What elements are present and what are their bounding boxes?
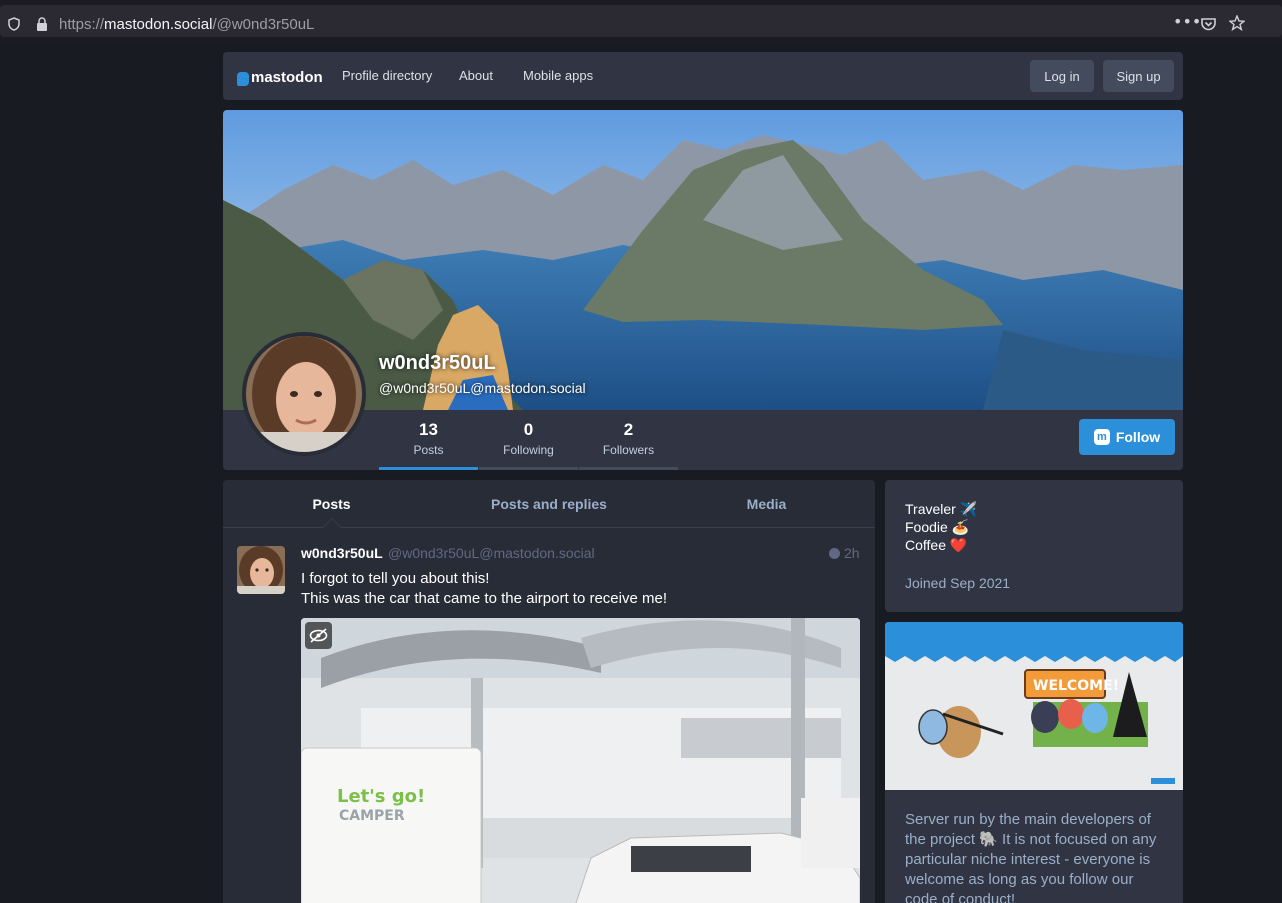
- profile-account: @w0nd3r50uL@mastodon.social: [379, 380, 586, 396]
- media-sign-subtext: CAMPER: [339, 808, 405, 824]
- login-button[interactable]: Log in: [1030, 60, 1094, 92]
- server-description-line: the project 🐘 It is not focused on any: [905, 831, 1157, 848]
- welcome-sign-text: WELCOME!: [1033, 678, 1119, 694]
- server-info-card: WELCOME! Server run by the main develope…: [885, 622, 1183, 903]
- browser-toolbar: https://mastodon.social/@w0nd3r50uL •••: [0, 0, 1282, 42]
- server-description-line: Server run by the main developers of: [905, 811, 1151, 828]
- stat-posts[interactable]: 13 Posts: [379, 410, 478, 470]
- stat-followers-indicator: [579, 467, 678, 470]
- follow-button[interactable]: m Follow: [1079, 419, 1175, 455]
- timeline: Posts Posts and replies Media w0nd3r50uL…: [223, 480, 875, 903]
- status-avatar[interactable]: [237, 546, 285, 594]
- status-account[interactable]: @w0nd3r50uL@mastodon.social: [388, 545, 595, 561]
- lock-icon[interactable]: [36, 17, 48, 35]
- status-content-line: This was the car that came to the airpor…: [301, 590, 667, 607]
- media-sign-text: Let's go!: [337, 786, 425, 807]
- stat-following-indicator: [479, 467, 578, 470]
- bio-line-foodie: Foodie 🍝: [905, 519, 970, 535]
- active-tab-indicator: [322, 518, 342, 528]
- timeline-tabs: Posts Posts and replies Media: [223, 480, 875, 528]
- stat-following-value: 0: [523, 420, 534, 439]
- server-description: Server run by the main developers of the…: [905, 810, 1167, 903]
- nav-mobile-apps[interactable]: Mobile apps: [523, 68, 593, 83]
- status-timestamp[interactable]: 2h: [829, 545, 860, 561]
- logo-text: mastodon: [251, 68, 323, 86]
- mastodon-logo[interactable]: mastodon: [237, 66, 323, 88]
- profile-avatar-image: [246, 336, 362, 452]
- bio-line-traveler: Traveler ✈️: [905, 501, 978, 517]
- profile-bio-card: Traveler ✈️ Foodie 🍝 Coffee ❤️ Joined Se…: [885, 480, 1183, 612]
- stat-posts-value: 13: [419, 420, 438, 439]
- status-item[interactable]: w0nd3r50uL @w0nd3r50uL@mastodon.social 2…: [223, 529, 875, 903]
- header-banner-image: [223, 110, 1183, 410]
- server-description-line: particular niche interest - everyone is: [905, 851, 1151, 868]
- mastodon-icon: m: [1093, 429, 1110, 445]
- stat-posts-label: Posts: [413, 443, 444, 457]
- server-welcome-illustration: WELCOME!: [885, 622, 1183, 790]
- stat-followers-label: Followers: [602, 443, 655, 457]
- stats-bar: [223, 410, 1183, 470]
- url-text[interactable]: https://mastodon.social/@w0nd3r50uL: [59, 16, 314, 33]
- server-description-line: welcome as long as you follow our: [905, 871, 1134, 888]
- status-time-text: 2h: [844, 545, 860, 561]
- bio-line-coffee: Coffee ❤️: [905, 537, 968, 553]
- status-media-image[interactable]: Let's go! CAMPER: [301, 618, 860, 903]
- signup-button[interactable]: Sign up: [1103, 60, 1174, 92]
- globe-icon: [829, 548, 840, 559]
- status-display-name[interactable]: w0nd3r50uL: [301, 545, 383, 561]
- profile-avatar[interactable]: [242, 332, 366, 456]
- stat-posts-indicator: [379, 467, 478, 470]
- status-avatar-image: [237, 546, 285, 594]
- status-content-line: I forgot to tell you about this!: [301, 570, 490, 587]
- top-navigation: mastodon Profile directory About Mobile …: [223, 52, 1183, 100]
- joined-date: Joined Sep 2021: [905, 575, 1011, 591]
- url-host: mastodon.social: [104, 16, 213, 33]
- profile-display-name: w0nd3r50uL: [379, 352, 496, 374]
- mastodon-logo-icon: [237, 72, 249, 86]
- tab-media[interactable]: Media: [658, 480, 875, 528]
- nav-about[interactable]: About: [459, 68, 493, 83]
- stat-following-label: Following: [503, 443, 554, 457]
- nav-profile-directory[interactable]: Profile directory: [342, 68, 432, 83]
- follow-label: Follow: [1115, 429, 1161, 445]
- media-photo: Let's go! CAMPER: [301, 618, 860, 903]
- url-field[interactable]: https://mastodon.social/@w0nd3r50uL •••: [0, 5, 1282, 37]
- url-path: /@w0nd3r50uL: [212, 16, 315, 33]
- pocket-icon[interactable]: [1201, 17, 1216, 35]
- profile-header: w0nd3r50uL @w0nd3r50uL@mastodon.social 1…: [223, 110, 1183, 470]
- stat-followers-value: 2: [623, 420, 634, 439]
- tab-posts-and-replies[interactable]: Posts and replies: [440, 480, 658, 528]
- hide-media-button[interactable]: [305, 622, 332, 649]
- status-content: I forgot to tell you about this! This wa…: [301, 569, 667, 609]
- url-scheme: https://: [59, 16, 105, 33]
- eye-slash-icon: [309, 628, 328, 643]
- stat-following[interactable]: 0 Following: [479, 410, 578, 470]
- server-description-line: code of conduct!: [905, 891, 1016, 903]
- stat-followers[interactable]: 2 Followers: [579, 410, 678, 470]
- more-icon[interactable]: •••: [1173, 14, 1201, 30]
- shield-icon[interactable]: [8, 17, 20, 35]
- star-icon[interactable]: [1228, 14, 1246, 35]
